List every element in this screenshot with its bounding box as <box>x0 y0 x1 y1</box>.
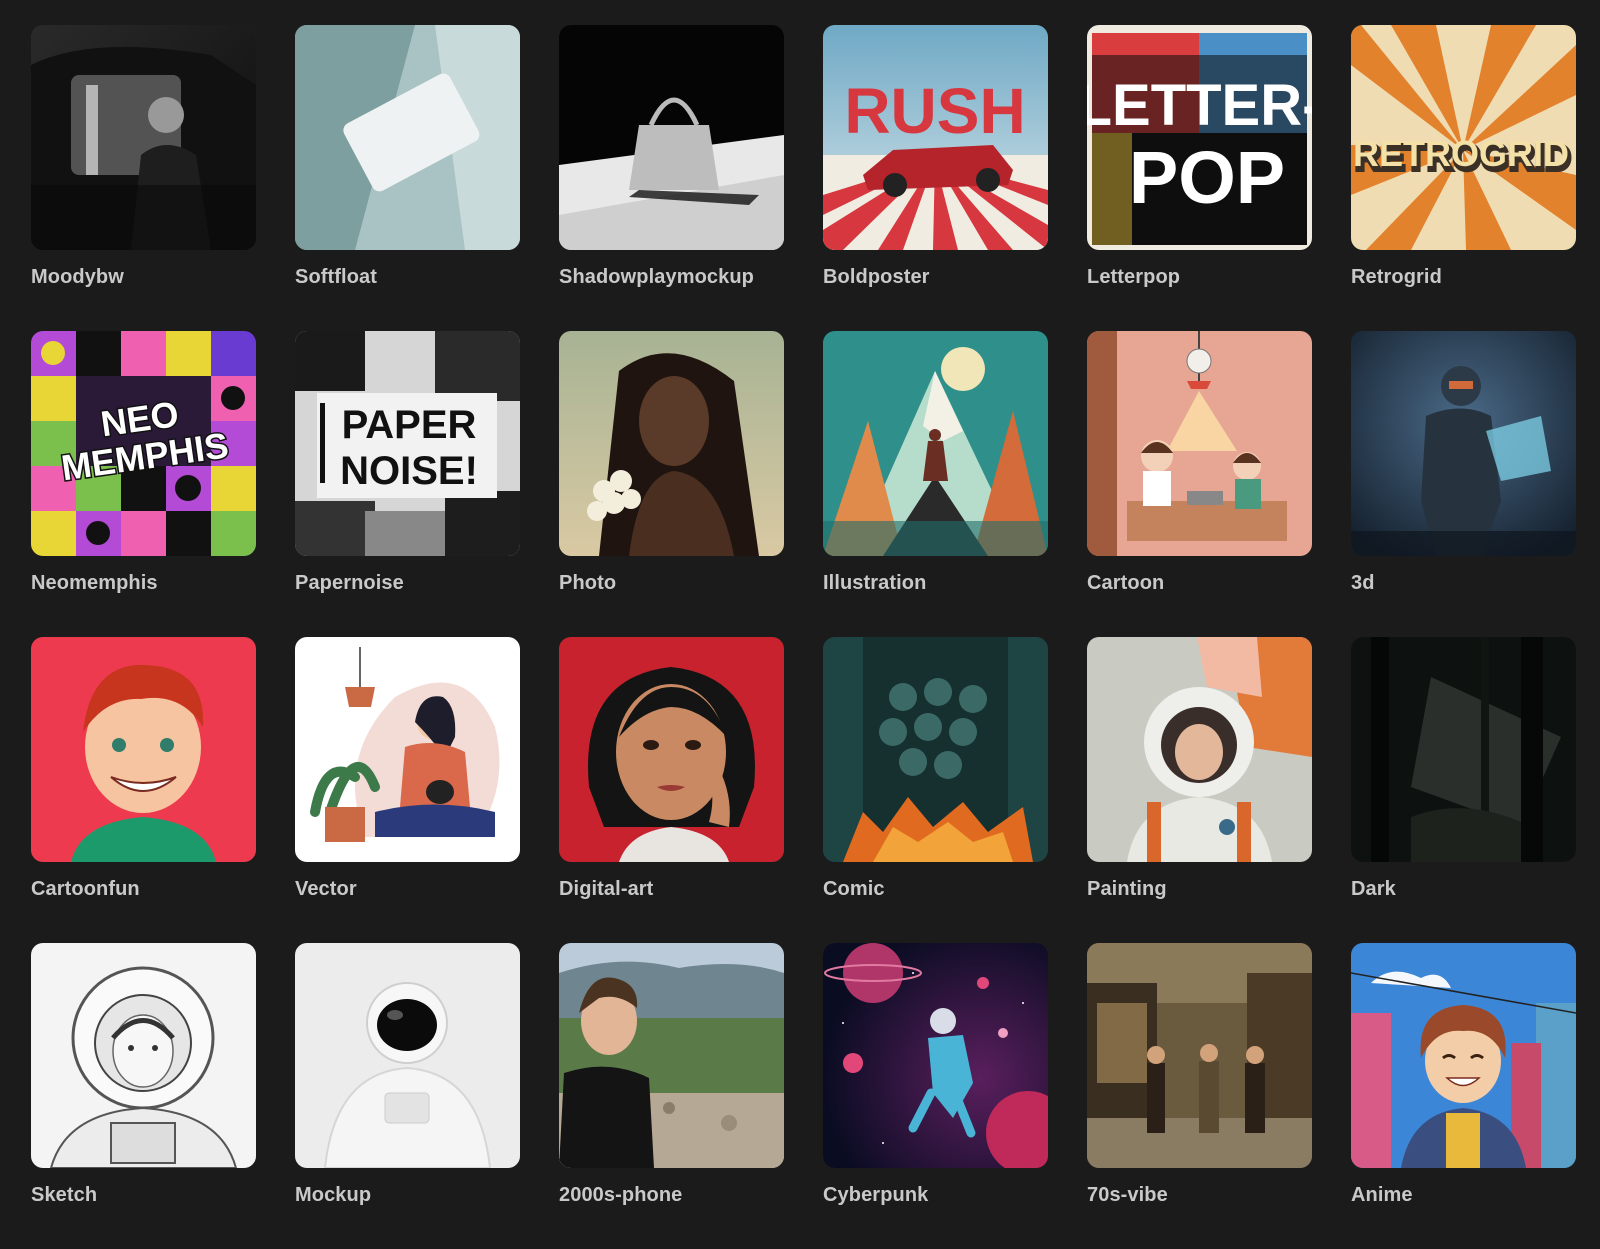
dark-thumbnail-icon <box>1351 637 1576 862</box>
retrogrid-art-text: RETROGRID <box>1353 133 1569 174</box>
style-label: 2000s-phone <box>559 1184 683 1206</box>
cartoonfun-thumbnail-icon <box>31 637 256 862</box>
style-label: Mockup <box>295 1184 372 1206</box>
style-label: Papernoise <box>295 572 404 594</box>
style-label: Painting <box>1087 878 1167 900</box>
style-label: Softfloat <box>295 266 377 288</box>
style-card-neomemphis[interactable]: NEO MEMPHIS Neomemphis <box>31 331 256 637</box>
boldposter-thumbnail-icon: RUSH <box>823 25 1048 250</box>
style-card-painting[interactable]: Painting <box>1087 637 1312 943</box>
papernoise-art-text-1: PAPER <box>342 403 477 447</box>
sketch-thumbnail-icon <box>31 943 256 1168</box>
style-grid: Moodybw Softfloat Shadowplaymockup RUSH … <box>31 25 1576 1249</box>
style-card-softfloat[interactable]: Softfloat <box>295 25 520 331</box>
style-card-photo[interactable]: Photo <box>559 331 784 637</box>
style-label: Retrogrid <box>1351 266 1442 288</box>
style-card-papernoise[interactable]: PAPER NOISE! Papernoise <box>295 331 520 637</box>
style-label: Photo <box>559 572 617 594</box>
style-label: Boldposter <box>823 266 930 288</box>
letterpop-art-text-2: POP <box>1129 136 1285 219</box>
style-label: 3d <box>1351 572 1375 594</box>
style-label: Cartoonfun <box>31 878 140 900</box>
style-label: Sketch <box>31 1184 98 1206</box>
neomemphis-thumbnail-icon: NEO MEMPHIS <box>31 331 256 556</box>
style-card-shadowplaymockup[interactable]: Shadowplaymockup <box>559 25 784 331</box>
style-label: Neomemphis <box>31 572 158 594</box>
style-card-dark[interactable]: Dark <box>1351 637 1576 943</box>
style-card-vector[interactable]: Vector <box>295 637 520 943</box>
painting-thumbnail-icon <box>1087 637 1312 862</box>
style-card-moodybw[interactable]: Moodybw <box>31 25 256 331</box>
mockup-thumbnail-icon <box>295 943 520 1168</box>
style-card-retrogrid[interactable]: RETROGRID RETROGRID Retrogrid <box>1351 25 1576 331</box>
style-label: Dark <box>1351 878 1396 900</box>
moodybw-thumbnail-icon <box>31 25 256 250</box>
boldposter-art-text: RUSH <box>844 75 1025 147</box>
style-card-sketch[interactable]: Sketch <box>31 943 256 1249</box>
papernoise-art-text-2: NOISE! <box>340 449 478 493</box>
style-card-digital-art[interactable]: Digital-art <box>559 637 784 943</box>
photo-thumbnail-icon <box>559 331 784 556</box>
style-card-illustration[interactable]: Illustration <box>823 331 1048 637</box>
style-label: Shadowplaymockup <box>559 266 754 288</box>
style-label: Cartoon <box>1087 572 1165 594</box>
style-card-3d[interactable]: 3d <box>1351 331 1576 637</box>
letterpop-thumbnail-icon: LETTER- POP <box>1087 25 1312 250</box>
3d-thumbnail-icon <box>1351 331 1576 556</box>
style-label: Comic <box>823 878 885 900</box>
softfloat-thumbnail-icon <box>295 25 520 250</box>
shadowplaymockup-thumbnail-icon <box>559 25 784 250</box>
style-label: Vector <box>295 878 357 900</box>
style-card-mockup[interactable]: Mockup <box>295 943 520 1249</box>
style-label: Anime <box>1351 1184 1413 1206</box>
style-label: Cyberpunk <box>823 1184 929 1206</box>
2000s-phone-thumbnail-icon <box>559 943 784 1168</box>
style-card-anime[interactable]: Anime <box>1351 943 1576 1249</box>
style-card-cyberpunk[interactable]: Cyberpunk <box>823 943 1048 1249</box>
style-card-2000s-phone[interactable]: 2000s-phone <box>559 943 784 1249</box>
style-card-letterpop[interactable]: LETTER- POP Letterpop <box>1087 25 1312 331</box>
70s-vibe-thumbnail-icon <box>1087 943 1312 1168</box>
comic-thumbnail-icon <box>823 637 1048 862</box>
style-label: Letterpop <box>1087 266 1181 288</box>
style-card-70s-vibe[interactable]: 70s-vibe <box>1087 943 1312 1249</box>
style-card-comic[interactable]: Comic <box>823 637 1048 943</box>
cyberpunk-thumbnail-icon <box>823 943 1048 1168</box>
style-card-cartoon[interactable]: Cartoon <box>1087 331 1312 637</box>
style-label: Moodybw <box>31 266 124 288</box>
style-card-boldposter[interactable]: RUSH Boldposter <box>823 25 1048 331</box>
papernoise-thumbnail-icon: PAPER NOISE! <box>295 331 520 556</box>
digital-art-thumbnail-icon <box>559 637 784 862</box>
style-label: Digital-art <box>559 878 654 900</box>
illustration-thumbnail-icon <box>823 331 1048 556</box>
style-card-cartoonfun[interactable]: Cartoonfun <box>31 637 256 943</box>
style-label: 70s-vibe <box>1087 1184 1168 1206</box>
retrogrid-thumbnail-icon: RETROGRID RETROGRID <box>1351 25 1576 250</box>
style-label: Illustration <box>823 572 927 594</box>
vector-thumbnail-icon <box>295 637 520 862</box>
cartoon-thumbnail-icon <box>1087 331 1312 556</box>
letterpop-art-text-1: LETTER- <box>1087 73 1312 138</box>
anime-thumbnail-icon <box>1351 943 1576 1168</box>
